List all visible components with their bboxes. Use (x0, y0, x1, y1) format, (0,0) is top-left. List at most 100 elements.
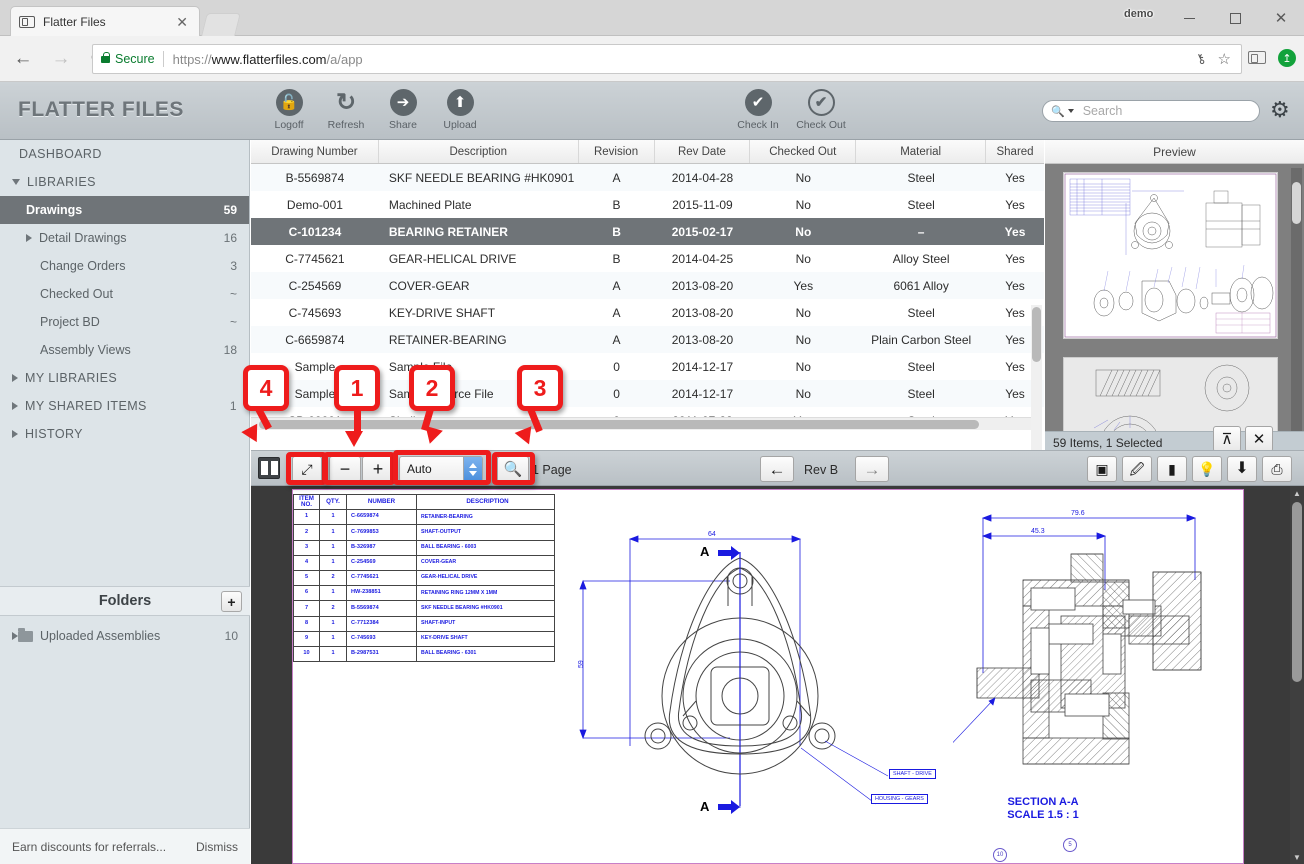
bom-row: 10 1 B-2987531 BALL BEARING - 6301 (293, 645, 555, 663)
sidebar-item-my-libraries[interactable]: MY LIBRARIES (0, 364, 249, 392)
cell-rev-date: 2014-04-25 (671, 251, 734, 266)
table-row[interactable]: C-745693 KEY-DRIVE SHAFT A 2013-08-20 No… (251, 299, 1044, 326)
folder-item-uploaded-assemblies[interactable]: Uploaded Assemblies 10 (0, 622, 250, 650)
sidebar-item-label: MY SHARED ITEMS (25, 399, 147, 413)
bom-col-qty: QTY. (319, 493, 347, 511)
window-minimize-button[interactable] (1166, 0, 1212, 36)
lightbulb-button[interactable]: 💡 (1192, 456, 1222, 482)
table-row[interactable]: Demo-001 Machined Plate B 2015-11-09 No … (251, 191, 1044, 218)
bom-qty: 1 (319, 554, 347, 571)
check-in-label: Check In (737, 119, 779, 131)
upload-button[interactable]: ⬆ Upload (431, 89, 489, 131)
settings-gear-icon[interactable]: ⚙ (1270, 99, 1290, 121)
cell-description: GEAR-HELICAL DRIVE (388, 251, 517, 266)
window-close-button[interactable]: ✕ (1258, 0, 1304, 36)
column-header-shared[interactable]: Shared (986, 140, 1044, 163)
table-row[interactable]: B-5569874 SKF NEEDLE BEARING #HK0901 A 2… (251, 164, 1044, 191)
cell-description: COVER-GEAR (388, 278, 470, 293)
secure-label: Secure (115, 52, 155, 66)
column-header-material[interactable]: Material (856, 140, 987, 163)
pin-preview-button[interactable]: ⊼ (1213, 426, 1241, 452)
table-row[interactable]: C-6659874 RETAINER-BEARING A 2013-08-20 … (251, 326, 1044, 353)
drawing-sheet[interactable]: ITEM NO. QTY. NUMBER DESCRIPTION 1 1 C-6659… (292, 489, 1244, 864)
table-row[interactable]: C-254569 COVER-GEAR A 2013-08-20 Yes 606… (251, 272, 1044, 299)
window-maximize-button[interactable] (1212, 0, 1258, 36)
column-header-checked-out[interactable]: Checked Out (750, 140, 857, 163)
tab-close-icon[interactable]: ✕ (173, 15, 191, 29)
check-in-button[interactable]: ✔ Check In (729, 89, 787, 131)
table-row-selected[interactable]: C-101234 BEARING RETAINER B 2015-02-17 N… (251, 218, 1044, 245)
viewer-vertical-scrollbar[interactable]: ▲ ▼ (1290, 486, 1304, 864)
column-header-drawing-number[interactable]: Drawing Number (251, 140, 379, 163)
drawing-viewer[interactable]: ITEM NO. QTY. NUMBER DESCRIPTION 1 1 C-6659… (251, 486, 1304, 864)
sidebar-item-assembly-views[interactable]: Assembly Views 18 (0, 336, 249, 364)
cube-3d-view-button[interactable]: ▣ (1087, 456, 1117, 482)
callout-badge-1: 1 (334, 365, 380, 411)
sidebar-item-my-shared-items[interactable]: MY SHARED ITEMS 1 (0, 392, 249, 420)
print-button[interactable]: ⎙ (1262, 456, 1292, 482)
browser-tab[interactable]: Flatter Files ✕ (10, 6, 200, 36)
bom-row: 3 1 B-326987 BALL BEARING - 6003 (293, 539, 555, 556)
bom-item: 7 (293, 600, 320, 617)
table-horizontal-scrollbar[interactable] (251, 417, 1036, 430)
dim-partial-length: 45.3 (1031, 528, 1045, 535)
address-bar[interactable]: Secure https://www.flatterfiles.com/a/ap… (92, 44, 1242, 74)
section-scale: SCALE 1.5 : 1 (1007, 808, 1079, 821)
next-revision-button[interactable]: → (855, 456, 889, 482)
forward-button[interactable]: → (46, 44, 76, 74)
balloon-10: 10 (993, 848, 1007, 862)
bom-number: C-254569 (346, 554, 417, 571)
previous-revision-button[interactable]: ← (760, 456, 794, 482)
search-input[interactable] (1080, 103, 1251, 119)
column-header-revision[interactable]: Revision (579, 140, 655, 163)
column-header-description[interactable]: Description (379, 140, 579, 163)
sidebar-item-project-bd[interactable]: Project BD ~ (0, 308, 249, 336)
cell-rev-date: 2014-12-17 (671, 359, 734, 374)
refresh-button[interactable]: ↻ Refresh (317, 89, 375, 131)
table-row[interactable]: C-7745621 GEAR-HELICAL DRIVE B 2014-04-2… (251, 245, 1044, 272)
scrollbar-thumb[interactable] (259, 420, 979, 429)
scroll-up-arrow-icon[interactable]: ▲ (1290, 486, 1304, 500)
extension-icon[interactable] (1248, 51, 1266, 64)
close-preview-button[interactable]: ✕ (1245, 426, 1273, 452)
new-tab-button[interactable] (201, 13, 241, 36)
scrollbar-thumb[interactable] (1032, 307, 1041, 362)
cell-material: Steel (907, 359, 935, 374)
sidebar-item-libraries[interactable]: LIBRARIES (0, 168, 249, 196)
bom-desc: COVER-GEAR (416, 554, 555, 571)
check-out-button[interactable]: ✔ Check Out (792, 89, 850, 131)
sidebar-item-checked-out[interactable]: Checked Out ~ (0, 280, 249, 308)
markup-edit-button[interactable]: 🖉 (1122, 456, 1152, 482)
add-folder-button[interactable]: + (221, 591, 242, 612)
promo-dismiss-button[interactable]: Dismiss (196, 840, 238, 854)
share-button[interactable]: ➔ Share (374, 89, 432, 131)
download-button[interactable]: ⬇ (1227, 456, 1257, 482)
cell-rev-date: 2013-08-20 (671, 305, 734, 320)
preview-thumbnail-page-1[interactable] (1063, 172, 1278, 339)
logoff-button[interactable]: 🔓 Logoff (260, 89, 318, 131)
profile-avatar-icon[interactable]: ↥ (1278, 49, 1296, 67)
back-button[interactable]: ← (8, 44, 38, 74)
cell-drawing-number: B-5569874 (285, 170, 345, 185)
bookmark-star-icon[interactable]: ☆ (1218, 50, 1231, 68)
panel-toggle-icon[interactable] (258, 457, 280, 479)
sidebar-item-dashboard[interactable]: DASHBOARD (0, 140, 249, 168)
scrollbar-thumb[interactable] (1292, 182, 1301, 224)
sidebar-item-detail-drawings[interactable]: Detail Drawings 16 (0, 224, 249, 252)
sidebar: DASHBOARD LIBRARIES Drawings 59 Detail D… (0, 140, 250, 864)
document-info-button[interactable]: ▮ (1157, 456, 1187, 482)
sidebar-item-drawings[interactable]: Drawings 59 (0, 196, 249, 224)
scroll-down-arrow-icon[interactable]: ▼ (1290, 850, 1304, 864)
sidebar-item-change-orders[interactable]: Change Orders 3 (0, 252, 249, 280)
bom-number: C-745693 (346, 630, 417, 647)
browser-toolbar: ← → ⟳ Secure https://www.flatterfiles.co… (0, 36, 1304, 82)
column-header-rev-date[interactable]: Rev Date (655, 140, 751, 163)
sidebar-item-history[interactable]: HISTORY (0, 420, 249, 448)
preview-vertical-scrollbar[interactable] (1291, 168, 1302, 438)
sidebar-item-count: 59 (223, 203, 237, 217)
search-box[interactable]: 🔍 (1042, 100, 1260, 122)
search-dropdown-caret-icon[interactable] (1067, 109, 1074, 113)
bom-item: 4 (293, 554, 320, 571)
password-key-icon[interactable]: ⚷ (1193, 50, 1208, 69)
scrollbar-thumb[interactable] (1292, 502, 1302, 682)
